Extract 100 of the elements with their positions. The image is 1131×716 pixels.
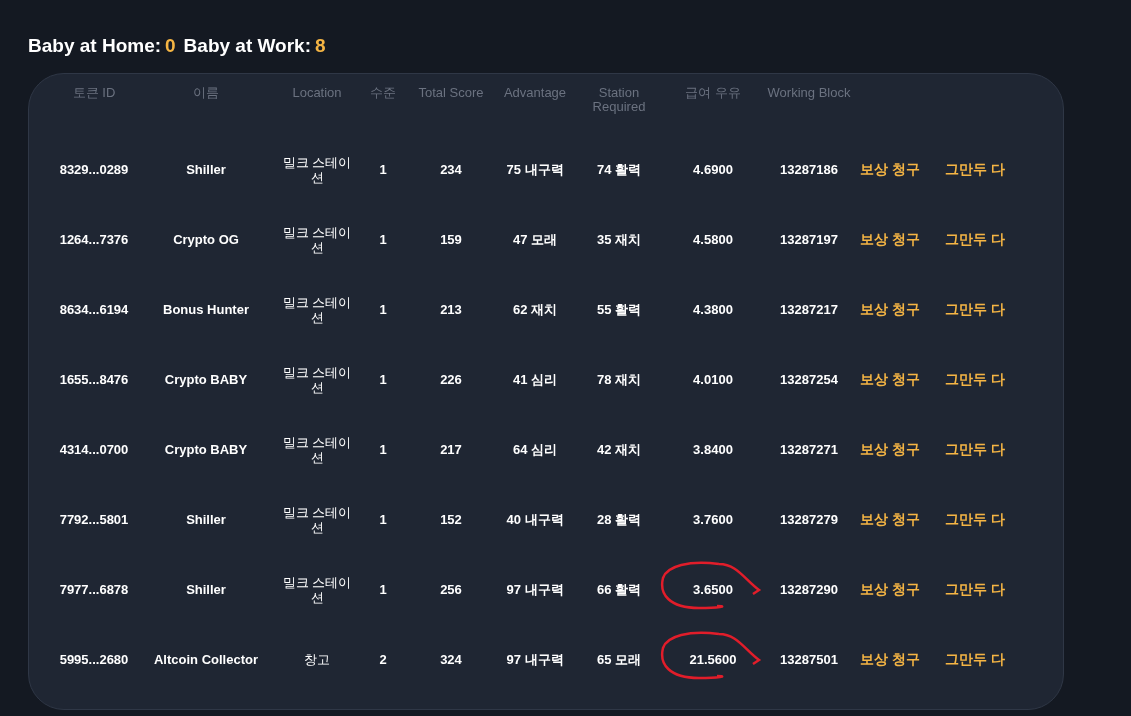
advantage-cell-text: 97 내구력	[506, 650, 564, 669]
column-header: 수준	[369, 85, 397, 100]
station-cell-text: 74 활력	[596, 160, 642, 179]
total-score-cell-text: 234	[440, 160, 462, 179]
pay-cell-text: 21.5600	[689, 650, 737, 669]
station-cell-text: 42 재치	[596, 440, 642, 459]
level-cell-text: 1	[379, 370, 387, 389]
name-cell-text: Shiller	[186, 510, 226, 529]
working-block-cell-text: 13287197	[780, 230, 838, 249]
location-cell-text: 밀크 스테이션	[281, 434, 353, 465]
total-score-cell-text: 226	[440, 370, 462, 389]
column-header: 이름	[192, 85, 220, 100]
station-cell-text: 65 모래	[596, 650, 642, 669]
name-cell-text: Shiller	[186, 160, 226, 179]
summary-count: 8	[315, 34, 326, 58]
claim-reward-button[interactable]: 보상 청구	[860, 649, 920, 670]
level-cell-text: 2	[379, 650, 387, 669]
pay-cell-text: 4.6900	[693, 160, 733, 179]
location-cell-text: 밀크 스테이션	[281, 574, 353, 605]
token-id-cell-text: 5995...2680	[59, 650, 129, 669]
summary-label: Baby at Work:	[183, 34, 311, 58]
token-id-cell-text: 7792...5801	[59, 510, 129, 529]
claim-reward-button[interactable]: 보상 청구	[860, 369, 920, 390]
token-id-cell-text: 1264...7376	[59, 230, 129, 249]
location-cell-text: 밀크 스테이션	[281, 224, 353, 255]
location-cell-text: 밀크 스테이션	[281, 504, 353, 535]
name-cell-text: Bonus Hunter	[163, 300, 249, 319]
level-cell-text: 1	[379, 300, 387, 319]
token-id-cell-text: 8329...0289	[59, 160, 129, 179]
advantage-cell-text: 62 재치	[512, 300, 558, 319]
token-id-cell-text: 7977...6878	[59, 580, 129, 599]
working-block-cell-text: 13287186	[780, 160, 838, 179]
quit-button[interactable]: 그만두 다	[945, 369, 1005, 390]
token-id-cell-text: 4314...0700	[59, 440, 129, 459]
quit-button[interactable]: 그만두 다	[945, 649, 1005, 670]
advantage-cell-text: 40 내구력	[506, 510, 564, 529]
claim-reward-button[interactable]: 보상 청구	[860, 229, 920, 250]
station-cell-text: 35 재치	[596, 230, 642, 249]
summary-label: Baby at Home:	[28, 34, 162, 58]
pay-cell-text: 4.5800	[693, 230, 733, 249]
level-cell-text: 1	[379, 230, 387, 249]
station-cell-text: 78 재치	[596, 370, 642, 389]
station-cell-text: 28 활력	[596, 510, 642, 529]
column-header: Location	[291, 85, 343, 100]
quit-button[interactable]: 그만두 다	[945, 509, 1005, 530]
working-block-cell-text: 13287271	[780, 440, 838, 459]
name-cell-text: Altcoin Collector	[154, 650, 258, 669]
total-score-cell-text: 152	[440, 510, 462, 529]
token-id-cell-text: 1655...8476	[59, 370, 129, 389]
level-cell-text: 1	[379, 510, 387, 529]
pay-cell-text: 3.6500	[693, 580, 733, 599]
level-cell-text: 1	[379, 160, 387, 179]
pay-cell-text: 3.7600	[693, 510, 733, 529]
claim-reward-button[interactable]: 보상 청구	[860, 579, 920, 600]
advantage-cell-text: 97 내구력	[506, 580, 564, 599]
column-header: Working Block	[766, 85, 852, 100]
summary-count: 0	[165, 34, 176, 58]
total-score-cell-text: 217	[440, 440, 462, 459]
claim-reward-button[interactable]: 보상 청구	[860, 299, 920, 320]
advantage-cell-text: 47 모래	[512, 230, 558, 249]
quit-button[interactable]: 그만두 다	[945, 579, 1005, 600]
claim-reward-button[interactable]: 보상 청구	[860, 509, 920, 530]
level-cell-text: 1	[379, 440, 387, 459]
working-block-cell-text: 13287217	[780, 300, 838, 319]
quit-button[interactable]: 그만두 다	[945, 299, 1005, 320]
working-block-cell-text: 13287254	[780, 370, 838, 389]
location-cell-text: 밀크 스테이션	[281, 364, 353, 395]
name-cell-text: Crypto OG	[173, 230, 239, 249]
working-block-cell-text: 13287290	[780, 580, 838, 599]
pay-cell-text: 4.3800	[693, 300, 733, 319]
quit-button[interactable]: 그만두 다	[945, 229, 1005, 250]
working-block-cell-text: 13287279	[780, 510, 838, 529]
name-cell-text: Crypto BABY	[164, 440, 248, 459]
column-header: 토큰 ID	[71, 85, 117, 100]
quit-button[interactable]: 그만두 다	[945, 159, 1005, 180]
column-header: 급여 우유	[684, 85, 742, 100]
working-block-cell-text: 13287501	[780, 650, 838, 669]
advantage-cell-text: 41 심리	[512, 370, 558, 389]
location-cell-text: 밀크 스테이션	[281, 294, 353, 325]
claim-reward-button[interactable]: 보상 청구	[860, 159, 920, 180]
name-cell-text: Crypto BABY	[164, 370, 248, 389]
pay-cell-text: 4.0100	[693, 370, 733, 389]
total-score-cell-text: 159	[440, 230, 462, 249]
station-cell-text: 55 활력	[596, 300, 642, 319]
name-cell-text: Shiller	[186, 580, 226, 599]
column-header: Total Score	[417, 85, 485, 100]
quit-button[interactable]: 그만두 다	[945, 439, 1005, 460]
total-score-cell-text: 256	[440, 580, 462, 599]
total-score-cell-text: 213	[440, 300, 462, 319]
claim-reward-button[interactable]: 보상 청구	[860, 439, 920, 460]
level-cell-text: 1	[379, 580, 387, 599]
pay-cell-text: 3.8400	[693, 440, 733, 459]
column-header: Station Required	[591, 85, 647, 114]
total-score-cell-text: 324	[440, 650, 462, 669]
token-id-cell-text: 8634...6194	[59, 300, 129, 319]
advantage-cell-text: 75 내구력	[506, 160, 564, 179]
advantage-cell-text: 64 심리	[512, 440, 558, 459]
location-cell-text: 창고	[303, 652, 331, 667]
station-cell-text: 66 활력	[596, 580, 642, 599]
column-header: Advantage	[502, 85, 568, 100]
